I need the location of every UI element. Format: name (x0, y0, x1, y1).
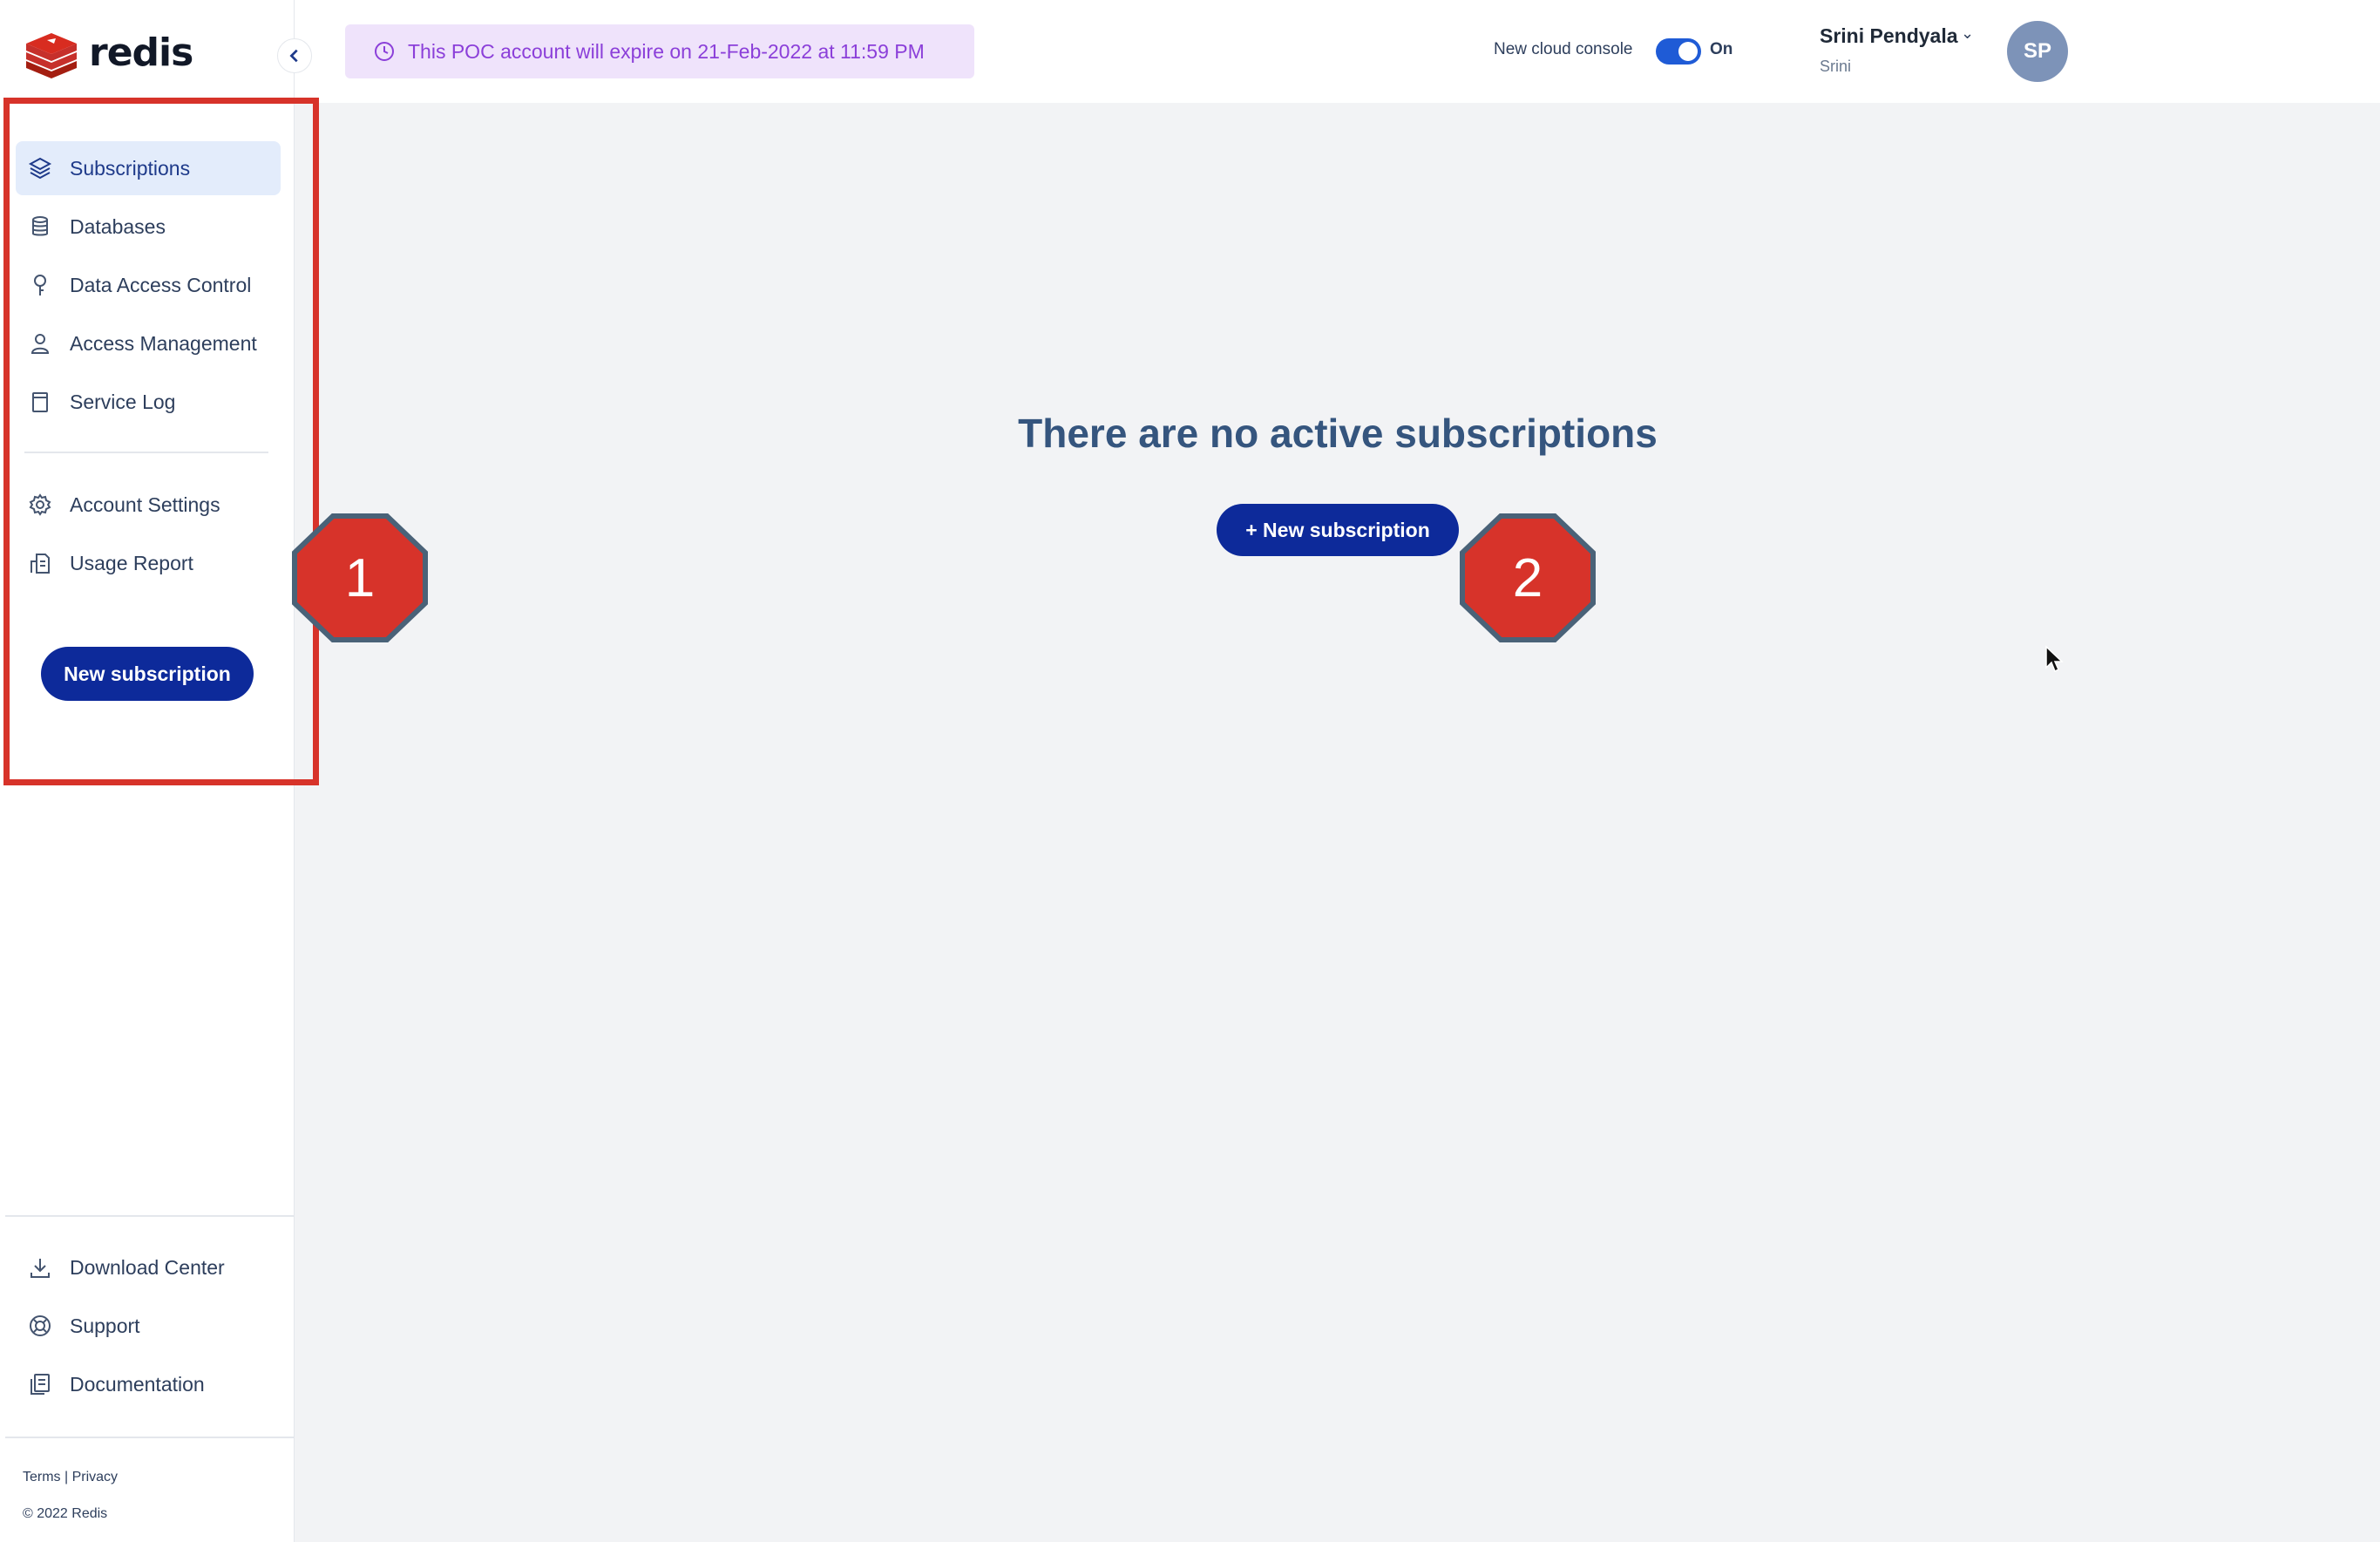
sidebar-item-documentation[interactable]: Documentation (16, 1357, 281, 1411)
clock-icon (375, 42, 394, 61)
lifebuoy-icon (26, 1312, 54, 1340)
collapse-sidebar-button[interactable] (277, 38, 312, 73)
poc-expiry-banner: This POC account will expire on 21-Feb-2… (345, 24, 974, 78)
copyright: © 2022 Redis (23, 1506, 108, 1521)
new-subscription-button[interactable]: + New subscription (1217, 504, 1459, 556)
download-icon (26, 1253, 54, 1281)
sidebar-item-support[interactable]: Support (16, 1299, 281, 1353)
annotation-badge-number: 2 (1512, 547, 1543, 608)
chevron-down-icon[interactable]: ⌄ (1961, 24, 1974, 43)
toggle-state: On (1710, 40, 1733, 58)
chevron-left-icon (289, 49, 298, 63)
user-name[interactable]: Srini Pendyala (1820, 24, 1958, 48)
new-console-label: New cloud console (1494, 40, 1633, 58)
new-console-toggle[interactable] (1656, 38, 1701, 65)
secondary-nav: Download Center Support Documentation (16, 1240, 281, 1416)
sidebar-item-label: Download Center (70, 1255, 225, 1279)
redis-logo[interactable]: redis (23, 26, 193, 78)
sidebar-separator (5, 1437, 295, 1438)
poc-banner-text: This POC account will expire on 21-Feb-2… (408, 39, 925, 63)
sidebar-item-download-center[interactable]: Download Center (16, 1240, 281, 1294)
annotation-badge-2: 2 (1457, 513, 1598, 643)
sidebar-item-label: Support (70, 1314, 140, 1337)
footer-links[interactable]: Terms | Privacy (23, 1470, 118, 1485)
sidebar-item-label: Documentation (70, 1372, 205, 1396)
annotation-badge-1: 1 (289, 513, 431, 643)
annotation-highlight-box (3, 98, 319, 785)
brand-name: redis (89, 30, 193, 75)
empty-state-title: There are no active subscriptions (1018, 411, 1658, 456)
redis-logo-icon (23, 26, 80, 78)
toggle-knob (1678, 42, 1698, 61)
annotation-badge-number: 1 (344, 547, 376, 608)
avatar[interactable]: SP (2007, 21, 2068, 82)
document-icon (26, 1370, 54, 1398)
mouse-cursor-icon (2045, 645, 2064, 673)
user-org: Srini (1820, 58, 1852, 75)
sidebar-separator (5, 1215, 295, 1217)
